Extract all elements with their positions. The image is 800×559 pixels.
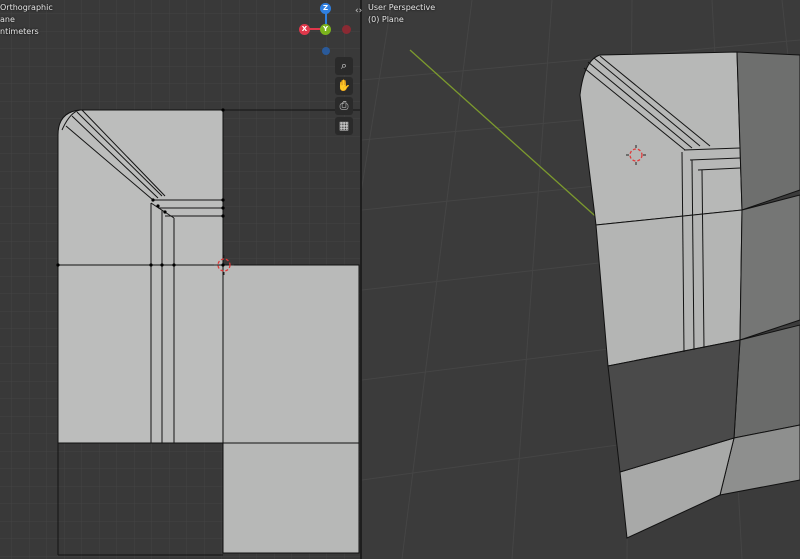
hand-icon[interactable]: ✋	[335, 77, 353, 95]
persp-right-middle-face	[739, 194, 800, 341]
view-name-label: Orthographic	[0, 3, 53, 12]
gizmo-neg-x-axis[interactable]	[342, 25, 351, 34]
zoom-icon[interactable]: ⌕	[335, 57, 353, 75]
object-name-label: (0) Plane	[368, 15, 404, 24]
right-viewport-perspective[interactable]: User Perspective (0) Plane	[362, 0, 800, 559]
gizmo-z-axis[interactable]: Z	[320, 3, 331, 14]
gizmo-x-axis[interactable]: X	[299, 24, 310, 35]
gizmo-neg-z-axis[interactable]	[322, 47, 330, 55]
persp-upper-face	[579, 51, 743, 226]
mesh-right-face	[222, 264, 360, 444]
persp-right-upper-face	[736, 51, 800, 211]
grid-icon[interactable]: ▦	[335, 117, 353, 135]
split-arrows-icon[interactable]: ‹›	[355, 6, 362, 16]
gizmo-y-axis[interactable]: Y	[320, 24, 331, 35]
mesh-upper-left-face	[57, 109, 224, 266]
camera-icon[interactable]: ⎙	[335, 97, 353, 115]
persp-middle-face	[595, 209, 743, 367]
view-name-label: User Perspective	[368, 3, 436, 12]
persp-lower-right-face	[733, 324, 800, 439]
navigation-gizmo[interactable]: Z X Y	[298, 0, 356, 56]
object-name-label: ane	[0, 15, 15, 24]
right-viewport-canvas[interactable]	[362, 0, 800, 559]
left-viewport-orthographic[interactable]: Orthographic ane ntimeters Z X Y ⌕ ✋ ⎙ ▦	[0, 0, 360, 559]
mesh-lower-left-face	[57, 264, 224, 444]
mesh-bottom-face	[222, 442, 360, 554]
left-viewport-canvas[interactable]	[0, 0, 360, 559]
units-label: ntimeters	[0, 27, 39, 36]
